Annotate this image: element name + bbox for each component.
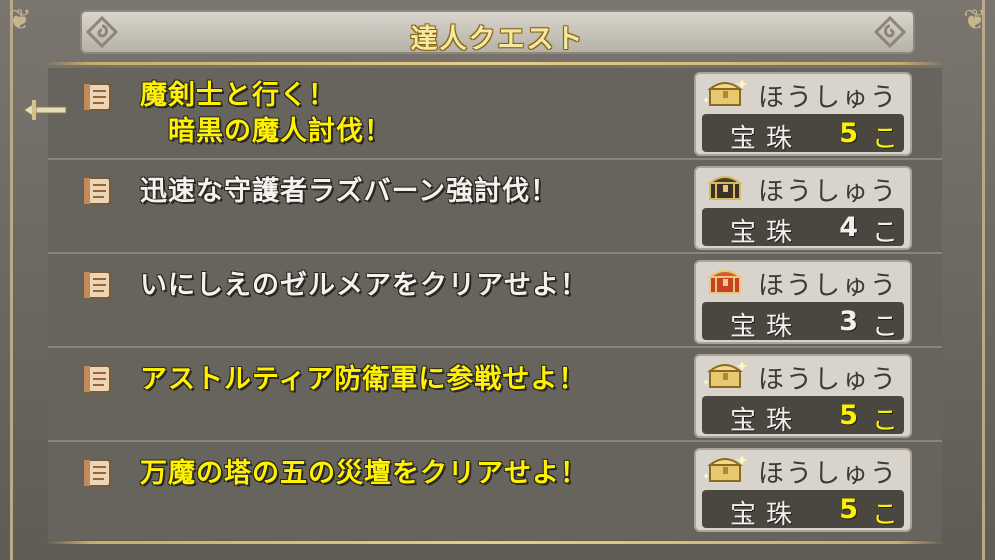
reward-item-name: 宝珠 [730, 312, 803, 342]
reward-box: ほうしゅう 宝珠 5 こ [694, 448, 912, 532]
scroll-icon [80, 456, 114, 490]
divider-bottom [45, 541, 945, 544]
scroll-icon [80, 362, 114, 396]
gold-sparkle-chest-icon [704, 77, 748, 109]
reward-quantity: 5 [839, 118, 858, 149]
scroll-icon [80, 268, 114, 302]
swirl-right-icon [872, 14, 908, 50]
selection-cursor-icon [18, 98, 70, 122]
reward-quantity: 4 [839, 212, 858, 243]
quest-row-1[interactable]: 魔剣士と行く！ 暗黒の魔人討伐！ ほうしゅう 宝珠 5 こ [48, 68, 942, 160]
quest-title: 迅速な守護者ラズバーン強討伐！ [140, 176, 559, 207]
page-title: 達人クエスト [410, 24, 585, 55]
black-gold-chest-icon [704, 171, 748, 203]
reward-unit: こ [872, 312, 899, 342]
reward-body: 宝珠 5 こ [702, 490, 904, 530]
swirl-left-icon [84, 14, 120, 50]
reward-unit: こ [872, 218, 899, 248]
reward-box: ほうしゅう 宝珠 4 こ [694, 166, 912, 250]
reward-item-name: 宝珠 [730, 218, 803, 248]
reward-label: ほうしゅう [758, 83, 899, 113]
reward-box: ほうしゅう 宝珠 5 こ [694, 354, 912, 438]
reward-quantity: 3 [839, 306, 858, 337]
reward-item-name: 宝珠 [730, 406, 803, 436]
divider-top [45, 62, 945, 65]
red-chest-icon [704, 265, 748, 297]
reward-body: 宝珠 3 こ [702, 302, 904, 342]
quest-row-4[interactable]: アストルティア防衛軍に参戦せよ！ ほうしゅう 宝珠 5 こ [48, 350, 942, 442]
quest-row-5[interactable]: 万魔の塔の五の災壇をクリアせよ！ ほうしゅう 宝珠 5 こ [48, 444, 942, 536]
quest-row-3[interactable]: いにしえのゼルメアをクリアせよ！ ほうしゅう 宝珠 3 こ [48, 256, 942, 348]
scroll-icon [80, 80, 114, 114]
reward-unit: こ [872, 406, 899, 436]
reward-item-name: 宝珠 [730, 500, 803, 530]
corner-ornament-left-icon: ❦ [8, 3, 32, 36]
reward-label: ほうしゅう [758, 177, 899, 207]
reward-box: ほうしゅう 宝珠 5 こ [694, 72, 912, 156]
reward-label: ほうしゅう [758, 459, 899, 489]
gold-sparkle-chest-icon [704, 359, 748, 391]
reward-unit: こ [872, 500, 899, 530]
reward-label: ほうしゅう [758, 365, 899, 395]
game-window: ❦ ❦ 達人クエスト 魔剣士と行く！ 暗黒の魔人討伐！ ほうしゅう 宝珠 5 こ… [0, 0, 995, 560]
reward-quantity: 5 [839, 494, 858, 525]
corner-ornament-right-icon: ❦ [963, 3, 987, 36]
gold-sparkle-chest-icon [704, 453, 748, 485]
reward-body: 宝珠 5 こ [702, 396, 904, 436]
reward-box: ほうしゅう 宝珠 3 こ [694, 260, 912, 344]
title-bar: 達人クエスト [80, 10, 915, 55]
quest-title: いにしえのゼルメアをクリアせよ！ [140, 270, 588, 301]
reward-label: ほうしゅう [758, 271, 899, 301]
quest-title: アストルティア防衛軍に参戦せよ！ [140, 364, 587, 395]
reward-quantity: 5 [839, 400, 858, 431]
reward-body: 宝珠 5 こ [702, 114, 904, 154]
quest-title: 万魔の塔の五の災壇をクリアせよ！ [140, 458, 588, 489]
reward-body: 宝珠 4 こ [702, 208, 904, 248]
reward-unit: こ [872, 124, 899, 154]
quest-row-2[interactable]: 迅速な守護者ラズバーン強討伐！ ほうしゅう 宝珠 4 こ [48, 162, 942, 254]
scroll-icon [80, 174, 114, 208]
reward-item-name: 宝珠 [730, 124, 803, 154]
quest-title: 魔剣士と行く！ 暗黒の魔人討伐！ [140, 80, 392, 147]
